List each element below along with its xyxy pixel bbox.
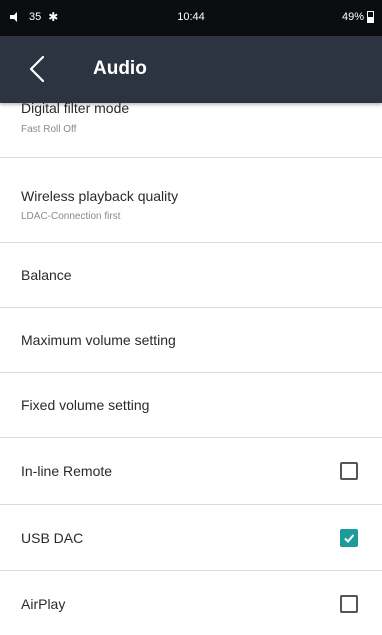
- setting-balance[interactable]: Balance: [0, 243, 382, 308]
- setting-fixed-volume[interactable]: Fixed volume setting: [0, 373, 382, 438]
- setting-value: Fast Roll Off: [21, 124, 77, 135]
- setting-title: Balance: [21, 267, 72, 283]
- audio-settings-screen: 35 ✱ 10:44 49% Audio Digital filter mode…: [0, 0, 382, 635]
- setting-title: AirPlay: [21, 596, 66, 612]
- usb-dac-checkbox[interactable]: [340, 529, 358, 547]
- status-time: 10:44: [177, 11, 205, 23]
- setting-title: In-line Remote: [21, 463, 113, 479]
- app-bar: Audio: [0, 36, 382, 103]
- inline-remote-checkbox[interactable]: [340, 462, 358, 480]
- battery-icon: [367, 11, 374, 23]
- back-arrow-icon[interactable]: [26, 54, 54, 84]
- setting-max-volume[interactable]: Maximum volume setting: [0, 308, 382, 373]
- status-right: 49%: [342, 11, 374, 23]
- page-title: Audio: [93, 58, 147, 79]
- setting-usb-dac[interactable]: USB DAC: [0, 505, 382, 571]
- setting-digital-filter[interactable]: Digital filter mode Fast Roll Off: [0, 100, 382, 158]
- setting-airplay[interactable]: AirPlay: [0, 571, 382, 635]
- battery-percent: 49%: [341, 11, 364, 23]
- setting-title: Wireless playback quality: [21, 188, 179, 204]
- setting-wireless-quality[interactable]: Wireless playback quality LDAC-Connectio…: [0, 158, 382, 243]
- setting-title: Fixed volume setting: [21, 397, 150, 413]
- status-bar: 35 ✱ 10:44 49%: [0, 0, 382, 36]
- setting-value: LDAC-Connection first: [21, 211, 121, 222]
- airplay-checkbox[interactable]: [340, 595, 358, 613]
- setting-title: USB DAC: [21, 530, 84, 546]
- setting-inline-remote[interactable]: In-line Remote: [0, 438, 382, 505]
- setting-title: Maximum volume setting: [21, 332, 176, 348]
- settings-list: Digital filter mode Fast Roll Off Wirele…: [0, 100, 382, 635]
- checkmark-icon: [344, 534, 355, 543]
